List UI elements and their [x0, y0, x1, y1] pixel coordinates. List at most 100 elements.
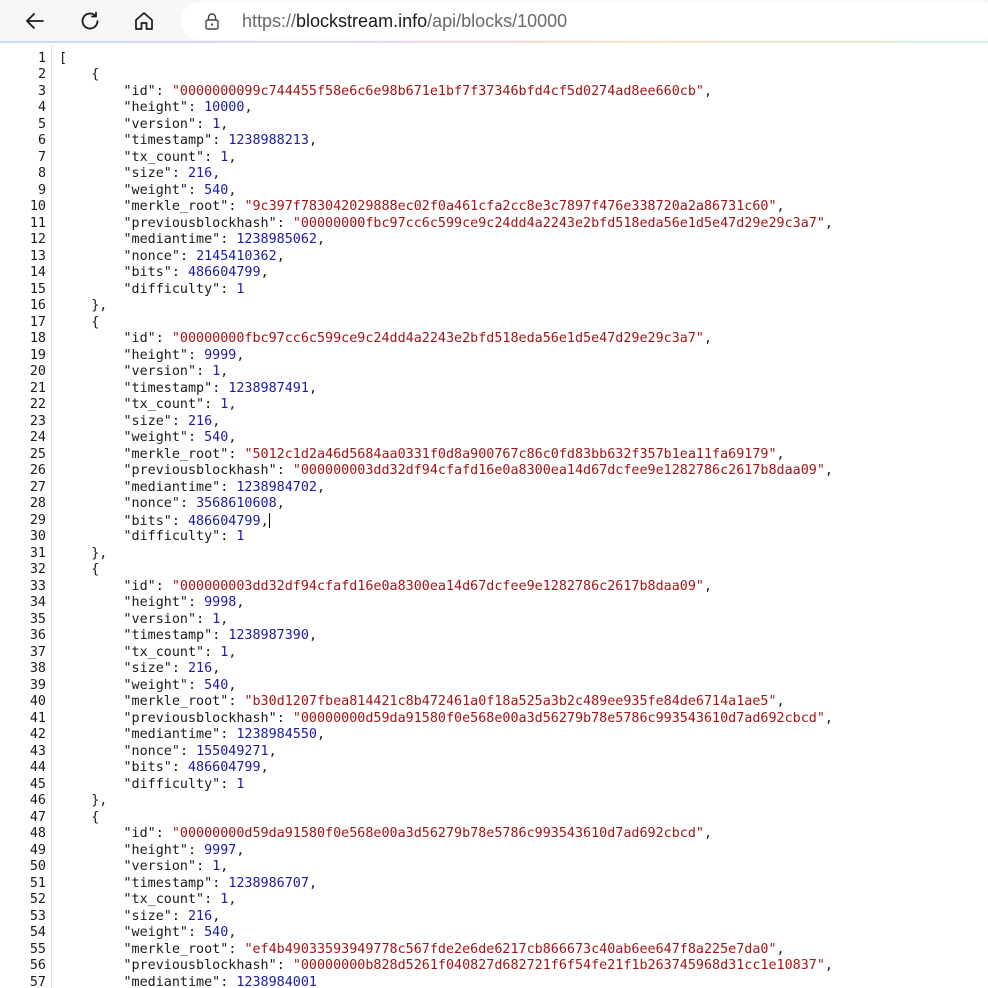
json-punct: : [188, 842, 205, 858]
json-string: "ef4b49033593949778c567fde2e6de6217cb866… [244, 941, 777, 957]
json-punct [59, 331, 124, 346]
address-bar[interactable]: https://blockstream.info/api/blocks/1000… [181, 2, 988, 40]
json-number: 1238986707 [228, 875, 309, 891]
json-punct: , [308, 380, 317, 396]
url-text[interactable]: https://blockstream.info/api/blocks/1000… [242, 11, 567, 31]
code-line: 50 "version": 1, [0, 859, 988, 876]
code-line: 20 "version": 1, [0, 364, 988, 381]
home-button[interactable] [126, 4, 162, 38]
line-number: 57 [29, 974, 46, 988]
code-text: "height": 9999, [59, 348, 245, 365]
code-text: "mediantime": 1238984001 [59, 974, 318, 988]
line-number: 9 [37, 182, 46, 198]
json-punct: , [268, 743, 277, 759]
json-viewer[interactable]: 1[2 {3 "id": "0000000099c744455f58e6c6e9… [0, 45, 988, 988]
line-number: 7 [37, 149, 46, 165]
line-number: 34 [29, 595, 46, 610]
json-punct: : [276, 958, 293, 973]
json-string: "000000003dd32df94cfafd16e0a8300ea14d67d… [292, 463, 825, 478]
line-number: 41 [29, 710, 46, 726]
line-number: 51 [29, 875, 46, 891]
json-key: "difficulty" [123, 776, 221, 792]
json-punct [59, 579, 124, 594]
code-line: 15 "difficulty": 1 [0, 282, 988, 299]
json-key: "difficulty" [123, 529, 221, 544]
arrow-left-icon [26, 13, 44, 29]
json-punct: : [204, 892, 221, 907]
json-number: 10000 [204, 100, 245, 115]
json-punct: , [824, 463, 833, 478]
json-punct: : [196, 611, 213, 627]
json-number: 1238985062 [236, 232, 317, 247]
json-key: "timestamp" [123, 875, 213, 891]
line-number: 8 [37, 166, 46, 181]
back-button[interactable] [17, 4, 53, 38]
json-punct [59, 364, 124, 379]
json-punct [59, 232, 124, 247]
json-punct: : [276, 710, 293, 726]
code-line: 18 "id": "00000000fbc97cc6c599ce9c24dd4a… [0, 331, 988, 348]
code-text: "weight": 540, [59, 678, 237, 695]
json-punct [59, 348, 124, 363]
code-text: "id": "000000003dd32df94cfafd16e0a8300ea… [59, 578, 713, 596]
line-number: 10 [29, 199, 46, 214]
code-line: 24 "weight": 540, [0, 430, 988, 447]
json-punct: , [276, 496, 285, 511]
line-number: 48 [29, 826, 46, 841]
json-punct: { [59, 562, 100, 577]
json-punct [59, 711, 124, 726]
code-line: 14 "bits": 486604799, [0, 265, 988, 282]
json-punct: , [776, 941, 785, 957]
code-text: "timestamp": 1238987491, [59, 380, 318, 398]
json-key: "height" [123, 100, 189, 115]
json-punct: , [308, 133, 317, 148]
json-punct: , [212, 908, 221, 924]
code-text: "version": 1, [59, 611, 229, 629]
json-punct [59, 925, 124, 940]
code-line: 9 "weight": 540, [0, 183, 988, 200]
json-punct: , [212, 661, 221, 676]
line-number: 11 [29, 215, 46, 231]
line-number: 26 [29, 463, 46, 478]
json-key: "id" [123, 578, 156, 594]
line-number: 2 [37, 67, 46, 82]
json-key: "bits" [123, 513, 172, 529]
json-key: "version" [123, 116, 197, 132]
line-number: 22 [29, 397, 46, 412]
code-text: { [59, 67, 99, 84]
json-punct: , [260, 760, 269, 775]
code-line: 48 "id": "00000000d59da91580f0e568e00a3d… [0, 826, 988, 843]
json-punct [59, 514, 124, 529]
json-punct: , [244, 100, 253, 115]
json-key: "size" [123, 166, 172, 181]
reload-button[interactable] [72, 4, 108, 38]
json-key: "size" [123, 413, 172, 429]
json-string: "0000000099c744455f58e6c6e98b671e1bf7f37… [171, 83, 704, 99]
json-number: 1238984001 [236, 974, 317, 988]
code-text: { [59, 315, 99, 332]
line-number: 37 [29, 644, 46, 660]
json-punct: : [228, 941, 245, 957]
json-punct: : [212, 628, 229, 643]
lock-icon[interactable] [203, 12, 221, 30]
code-text: "size": 216, [59, 166, 221, 183]
code-text: "previousblockhash": "000000003dd32df94c… [59, 463, 833, 480]
code-line: 27 "mediantime": 1238984702, [0, 480, 988, 497]
json-punct [59, 777, 124, 792]
code-text: "bits": 486604799, [59, 760, 269, 777]
json-punct [59, 463, 124, 478]
json-punct [59, 381, 124, 396]
json-punct [59, 199, 124, 214]
line-number: 39 [29, 677, 46, 693]
json-punct: , [260, 265, 269, 280]
json-number: 486604799 [188, 265, 261, 280]
line-number: 49 [29, 842, 46, 858]
json-key: "bits" [123, 760, 172, 775]
json-punct: , [236, 595, 245, 610]
line-number: 3 [37, 83, 46, 99]
json-punct: : [220, 974, 237, 988]
line-number: 31 [29, 545, 46, 561]
code-text: "nonce": 155049271, [59, 744, 277, 761]
json-punct: : [196, 364, 213, 379]
json-punct: : [155, 826, 172, 841]
